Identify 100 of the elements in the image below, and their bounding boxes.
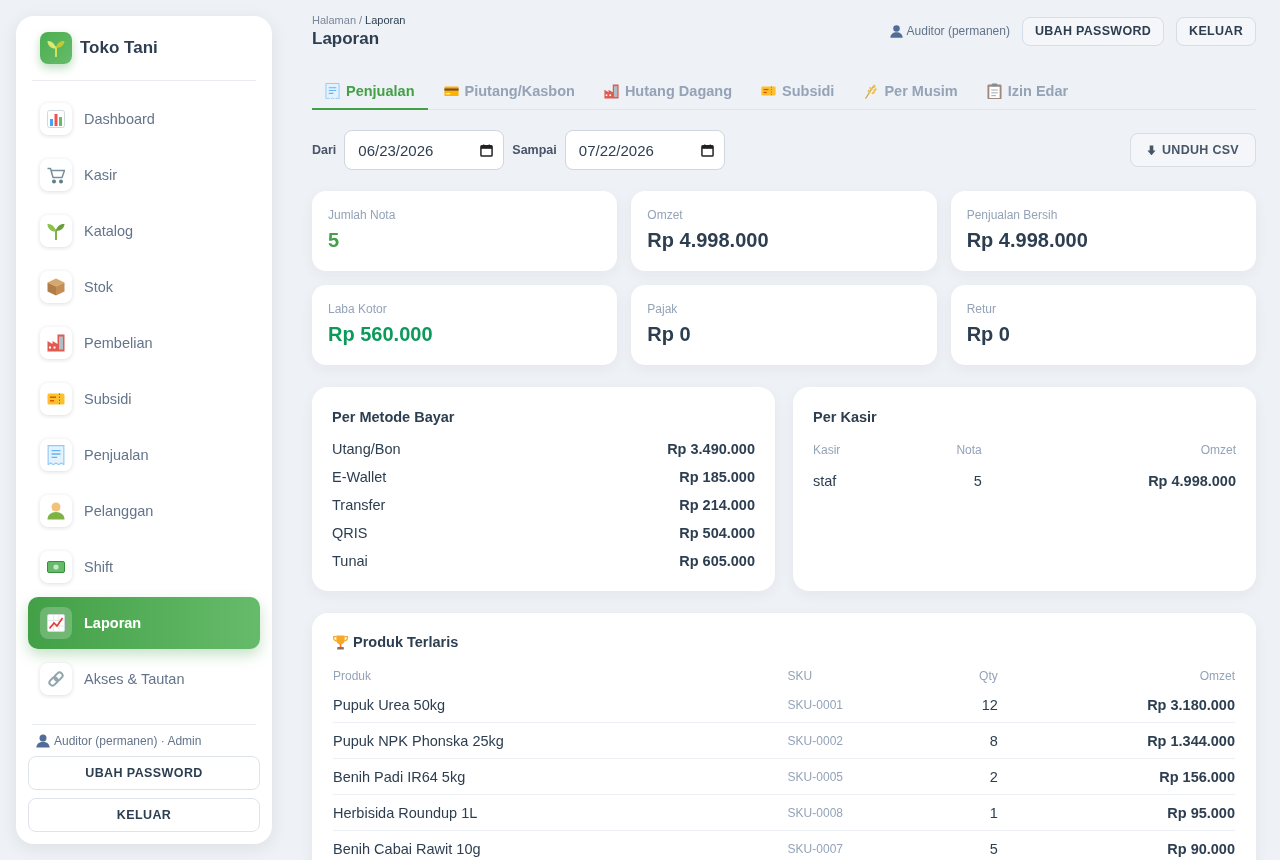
stat-label: Omzet — [647, 208, 684, 222]
table-cell: 8 — [899, 722, 998, 759]
link-icon — [40, 663, 72, 695]
table-cell: 5 — [899, 830, 998, 860]
column-header: SKU — [787, 668, 814, 685]
payment-method: QRIS — [332, 525, 368, 541]
receipt-icon — [40, 439, 72, 471]
change-password-button[interactable]: UBAH PASSWORD — [28, 756, 260, 790]
stat-value: Rp 560.000 — [328, 322, 434, 346]
table-cell: Pupuk Urea 50kg — [333, 687, 788, 723]
nav-item[interactable]: Shift — [28, 541, 260, 593]
date-field[interactable]: 07/22/2026 — [564, 130, 725, 170]
payment-amount: Rp 185.000 — [679, 469, 755, 485]
logout-button[interactable]: KELUAR — [1176, 16, 1256, 46]
table-cell: Benih Padi IR64 5kg — [333, 758, 788, 795]
table-cell: 12 — [899, 687, 998, 723]
download-csv-button[interactable]: UNDUH CSV — [1130, 133, 1256, 167]
breadcrumb-separator: / — [359, 13, 363, 27]
cart-icon — [40, 159, 72, 191]
breadcrumb-current: Laporan — [365, 13, 406, 27]
payment-amount: Rp 3.490.000 — [667, 441, 755, 457]
calendar-icon — [480, 143, 494, 157]
table-cell: Rp 95.000 — [997, 794, 1235, 831]
stat-value: Rp 0 — [966, 322, 1011, 346]
user-icon — [36, 734, 50, 748]
table-cell: Rp 156.000 — [997, 758, 1235, 795]
column-header: Omzet — [981, 439, 1236, 461]
factory-icon — [603, 83, 619, 99]
panel-title: Per Metode Bayar — [332, 409, 456, 426]
nav-item[interactable]: Subsidi — [28, 373, 260, 425]
stat-value: Rp 4.998.000 — [647, 228, 770, 252]
column-header: Nota — [955, 442, 982, 459]
nav-item[interactable]: Dashboard — [28, 93, 260, 145]
logout-button[interactable]: KELUAR — [28, 798, 260, 832]
table-cell: Benih Cabai Rawit 10g — [333, 830, 788, 860]
table-cell: 2 — [899, 758, 998, 795]
payment-amount: Rp 504.000 — [679, 525, 755, 541]
sprout-logo-icon — [40, 32, 72, 64]
column-header: Omzet — [997, 665, 1235, 687]
table-cell: Rp 4.998.000 — [981, 461, 1236, 501]
ticket-icon — [761, 86, 776, 96]
column-header: Produk — [333, 665, 788, 687]
nav-item[interactable]: Pembelian — [28, 317, 260, 369]
payment-method: Utang/Bon — [332, 441, 401, 457]
column-header: Kasir — [813, 442, 842, 459]
breadcrumb-link[interactable]: Halaman — [312, 13, 357, 27]
table-cell: SKU-0001 — [787, 687, 900, 723]
nav-item[interactable]: Akses & Tautan — [28, 653, 260, 705]
bar-chart-icon — [40, 103, 72, 135]
stat-label: Laba Kotor — [328, 302, 388, 316]
nav-item[interactable]: Kasir — [28, 149, 260, 201]
nav-item[interactable]: Laporan — [28, 597, 260, 649]
table-cell: SKU-0005 — [787, 758, 900, 795]
banknote-icon — [40, 551, 72, 583]
table-cell: Herbisida Roundup 1L — [333, 794, 788, 831]
panel-title: Per Kasir — [813, 409, 877, 426]
user-icon — [889, 24, 903, 38]
user-label: Auditor (permanen) — [906, 24, 1010, 38]
sprout-icon — [40, 215, 72, 247]
brand-name: Toko Tani — [80, 38, 158, 58]
table-cell: SKU-0007 — [787, 830, 900, 860]
wheat-icon — [863, 83, 879, 99]
stat-label: Retur — [966, 302, 997, 316]
nav-item[interactable]: Pelanggan — [28, 485, 260, 537]
table-cell: SKU-0008 — [787, 794, 900, 831]
table-cell: SKU-0002 — [787, 722, 900, 759]
stat-value: 5 — [328, 228, 341, 252]
table-cell-text: 5 — [972, 472, 982, 491]
change-password-button[interactable]: UBAH PASSWORD — [1021, 16, 1165, 46]
date-label: Dari — [312, 143, 337, 157]
user-label: Auditor (permanen) · Admin — [54, 734, 202, 748]
payment-method: E-Wallet — [332, 469, 387, 485]
panel-title: Produk Terlaris — [353, 634, 459, 651]
nav-item[interactable]: Katalog — [28, 205, 260, 257]
person-icon — [40, 495, 72, 527]
nav-item[interactable]: Stok — [28, 261, 260, 313]
stat-value: Rp 4.998.000 — [966, 228, 1089, 252]
stat-label: Pajak — [647, 302, 679, 316]
payment-method: Transfer — [332, 497, 386, 513]
calendar-icon — [700, 143, 714, 157]
table-cell: Rp 3.180.000 — [997, 687, 1235, 723]
table-cell: Rp 1.344.000 — [997, 722, 1235, 759]
receipt-icon — [325, 82, 340, 100]
box-icon — [40, 271, 72, 303]
nav-item[interactable]: Penjualan — [28, 429, 260, 481]
clipboard-icon — [986, 82, 1002, 100]
table-cell: Rp 90.000 — [997, 830, 1235, 860]
ticket-icon — [40, 383, 72, 415]
date-label: Sampai — [512, 143, 557, 157]
tab[interactable]: Penjualan — [312, 72, 428, 110]
stat-label: Jumlah Nota — [328, 208, 397, 222]
credit-card-icon — [443, 85, 459, 97]
factory-icon — [40, 327, 72, 359]
line-chart-icon — [40, 607, 72, 639]
payment-method: Tunai — [332, 553, 368, 569]
page-title: Laporan — [312, 29, 381, 49]
stat-value: Rp 0 — [647, 322, 692, 346]
payment-amount: Rp 214.000 — [679, 497, 755, 513]
down-arrow-icon — [1147, 144, 1156, 156]
date-field[interactable]: 06/23/2026 — [344, 130, 505, 170]
